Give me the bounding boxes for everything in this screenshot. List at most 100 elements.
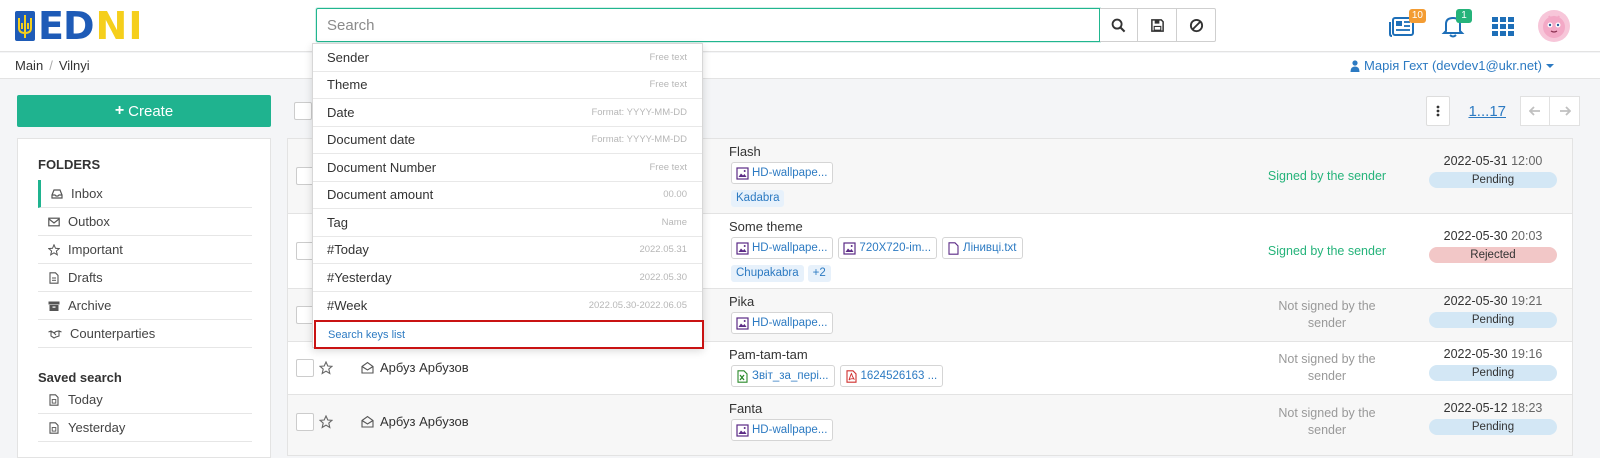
search-key-sender[interactable]: Sender Free text <box>313 44 702 72</box>
search-key-today[interactable]: #Today 2022.05.31 <box>313 237 702 264</box>
document-date: 2022-05-30 19:21 <box>1428 294 1558 308</box>
vertical-dots-icon <box>1437 105 1440 117</box>
tag-badge[interactable]: Kadabra <box>731 190 785 207</box>
search-key-document-date[interactable]: Document date Format: YYYY-MM-DD <box>313 127 702 154</box>
page-range[interactable]: 1...17 <box>1468 103 1506 120</box>
star-icon[interactable] <box>319 415 333 429</box>
search-input[interactable] <box>316 8 1100 42</box>
search-key-name: Sender <box>327 49 369 65</box>
star-icon[interactable] <box>319 361 333 375</box>
document-date: 2022-05-30 20:03 <box>1428 229 1558 243</box>
page-nav <box>1520 96 1580 126</box>
table-row[interactable]: Арбуз Арбузов Pam-tam-tam Звіт_за_пері..… <box>288 342 1572 395</box>
edin-logo[interactable]: ED N I <box>14 7 142 45</box>
user-menu[interactable]: Марія Гехт (devdev1@ukr.net) <box>1350 58 1554 73</box>
search-key-document-amount[interactable]: Document amount 00.00 <box>313 182 702 209</box>
date-value: 2022-05-30 <box>1443 229 1508 243</box>
document-date: 2022-05-31 12:00 <box>1428 154 1558 168</box>
ban-icon <box>1189 18 1203 32</box>
document-subject[interactable]: Pika <box>729 294 754 309</box>
search-key-theme[interactable]: Theme Free text <box>313 72 702 99</box>
document-subject[interactable]: Pam-tam-tam <box>729 347 808 362</box>
sender-name: Арбуз Арбузов <box>380 414 469 429</box>
sidebar-item-label: Important <box>68 242 123 257</box>
notifications-button[interactable]: 1 <box>1438 9 1472 41</box>
save-search-button[interactable] <box>1138 8 1178 42</box>
documents-button[interactable]: 10 <box>1388 9 1426 41</box>
date-value: 2022-05-30 <box>1443 347 1508 361</box>
sidebar-item-drafts[interactable]: Drafts <box>38 264 252 292</box>
search-key-hint: 00.00 <box>663 189 687 201</box>
create-button[interactable]: + Create <box>17 95 271 127</box>
attachment-name: HD-wallpape... <box>752 317 828 329</box>
breadcrumb-item-main[interactable]: Main <box>15 58 43 73</box>
attachments: HD-wallpape... <box>731 312 834 334</box>
save-icon <box>1150 18 1164 32</box>
search-button[interactable] <box>1099 8 1139 42</box>
sidebar-item-counterparties[interactable]: Counterparties <box>38 320 252 348</box>
user-avatar[interactable] <box>1538 10 1570 42</box>
sidebar-item-important[interactable]: Important <box>38 236 252 264</box>
search-key-date[interactable]: Date Format: YYYY-MM-DD <box>313 99 702 127</box>
saved-search-today[interactable]: Today <box>38 386 252 414</box>
document-sender: Арбуз Арбузов <box>361 414 469 429</box>
search-key-document-number[interactable]: Document Number Free text <box>313 154 702 182</box>
grid-icon <box>1492 17 1514 36</box>
document-subject[interactable]: Flash <box>729 144 761 159</box>
date-column: 2022-05-30 19:21 Pending <box>1428 294 1558 328</box>
attachment-chip[interactable]: HD-wallpape... <box>731 419 834 441</box>
sender-name: Арбуз Арбузов <box>380 360 469 375</box>
sidebar-item-label: Drafts <box>68 270 103 285</box>
search-key-name: Document Number <box>327 159 437 175</box>
tag-badge[interactable]: Chupakabra <box>731 265 804 282</box>
image-file-icon <box>843 241 857 255</box>
date-value: 2022-05-31 <box>1443 154 1508 168</box>
row-checkbox[interactable] <box>296 413 314 431</box>
date-value: 2022-05-30 <box>1443 294 1508 308</box>
row-checkbox[interactable] <box>296 359 314 377</box>
attachments: HD-wallpape... <box>731 419 834 441</box>
table-row[interactable]: Арбуз Арбузов Fanta HD-wallpape... Not s… <box>288 395 1572 455</box>
time-value: 19:16 <box>1511 347 1543 361</box>
search-key-tag[interactable]: Tag Name <box>313 209 702 237</box>
status-badge: Rejected <box>1429 247 1557 263</box>
pdf-file-icon <box>845 369 857 383</box>
caret-down-icon <box>1546 63 1554 68</box>
sidebar-item-archive[interactable]: Archive <box>38 292 252 320</box>
excel-file-icon <box>737 369 748 383</box>
attachment-chip[interactable]: 720X720-im... <box>838 237 938 259</box>
trident-icon <box>15 11 35 41</box>
clear-search-button[interactable] <box>1177 8 1216 42</box>
saved-search-yesterday[interactable]: Yesterday <box>38 414 252 442</box>
attachment-chip[interactable]: Лінивці.txt <box>942 237 1023 259</box>
arrow-right-icon <box>1559 106 1571 116</box>
status-badge: Pending <box>1429 312 1557 328</box>
search-key-yesterday[interactable]: #Yesterday 2022.05.30 <box>313 264 702 292</box>
attachment-chip[interactable]: HD-wallpape... <box>731 312 834 334</box>
saved-search-label: Yesterday <box>68 420 126 435</box>
search-key-hint: Free text <box>649 161 688 173</box>
apps-button[interactable] <box>1488 11 1518 41</box>
more-tags-badge[interactable]: +2 <box>807 265 831 282</box>
breadcrumb-separator: / <box>49 58 53 73</box>
sidebar-item-outbox[interactable]: Outbox <box>38 208 252 236</box>
document-date: 2022-05-12 18:23 <box>1428 401 1558 415</box>
document-subject[interactable]: Fanta <box>729 401 762 416</box>
attachment-chip[interactable]: Звіт_за_пері... <box>731 365 835 387</box>
prev-page-button[interactable] <box>1520 96 1550 126</box>
sidebar-item-inbox[interactable]: Inbox <box>38 180 252 208</box>
attachment-chip[interactable]: HD-wallpape... <box>731 162 834 184</box>
search-key-hint: 2022.05.31 <box>639 244 687 256</box>
envelope-open-icon <box>361 415 374 428</box>
sidebar-item-label: Counterparties <box>70 326 156 341</box>
more-options-button[interactable] <box>1426 96 1451 126</box>
next-page-button[interactable] <box>1550 96 1580 126</box>
search-key-week[interactable]: #Week 2022.05.30-2022.06.05 <box>313 292 702 320</box>
attachment-chip[interactable]: 1624526163 ... <box>839 365 944 387</box>
select-all-checkbox[interactable] <box>294 102 312 120</box>
document-subject[interactable]: Some theme <box>729 219 803 234</box>
signature-status: Not signed by the sender <box>1278 299 1376 330</box>
search-icon <box>1111 18 1126 32</box>
search-keys-list-link[interactable]: Search keys list <box>314 320 704 349</box>
attachment-chip[interactable]: HD-wallpape... <box>731 237 834 259</box>
